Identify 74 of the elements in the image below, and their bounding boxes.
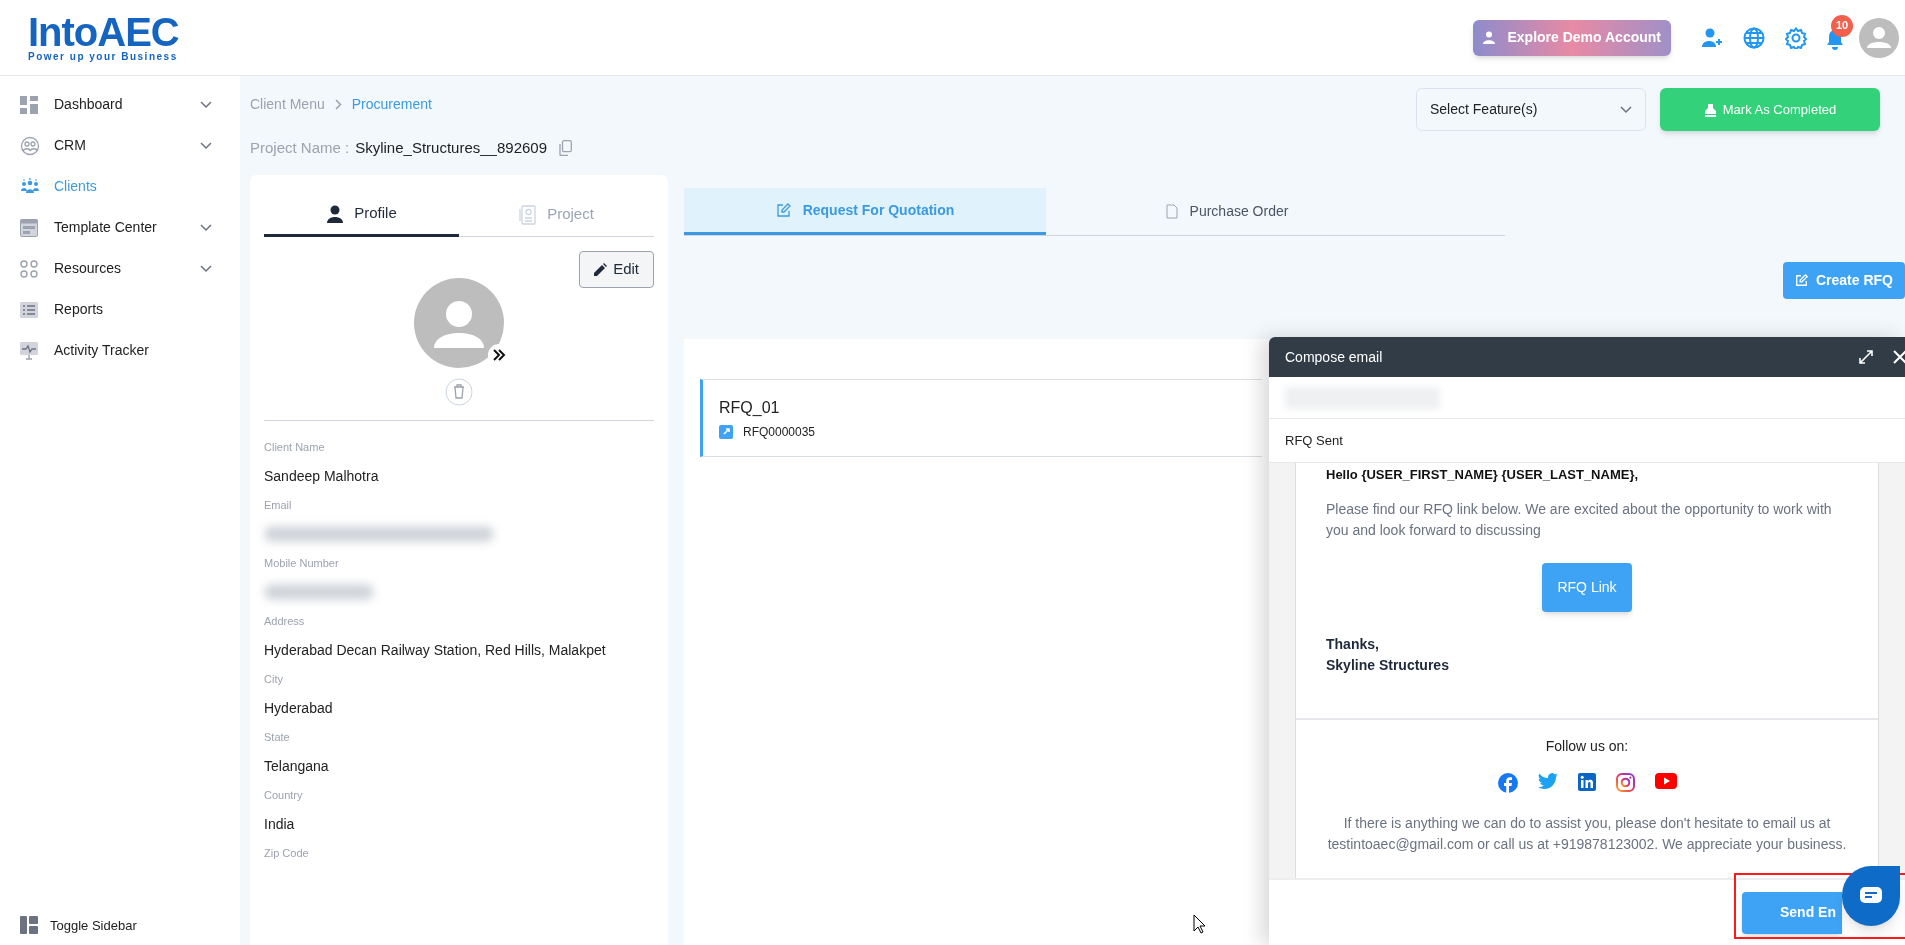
globe-icon[interactable]	[1743, 26, 1765, 49]
email-greeting: Hello {USER_FIRST_NAME} {USER_LAST_NAME},	[1326, 466, 1640, 484]
youtube-icon[interactable]	[1654, 772, 1677, 789]
logo-text: IntoAEC	[28, 12, 180, 51]
chevron-down-icon[interactable]	[200, 141, 212, 150]
add-user-icon[interactable]	[1701, 26, 1723, 49]
field-value: Telangana	[264, 756, 330, 776]
facebook-icon[interactable]	[1497, 772, 1518, 793]
email-subject[interactable]: RFQ Sent	[1285, 430, 1343, 451]
linkedin-icon[interactable]	[1577, 772, 1596, 791]
field-label: City	[264, 671, 284, 687]
field-label: Mobile Number	[264, 555, 340, 571]
document-icon	[519, 204, 538, 225]
follow-us-text: Follow us on:	[1545, 736, 1629, 756]
sidebar-item[interactable]: Dashboard	[54, 94, 200, 115]
settings-icon[interactable]	[1785, 26, 1807, 49]
bird-icon[interactable]	[1537, 772, 1558, 790]
chevron-right-icon	[334, 99, 342, 110]
email-sign-off: Thanks,	[1326, 634, 1380, 654]
chevron-down-icon[interactable]	[200, 100, 212, 109]
toggle-sidebar-link[interactable]: Toggle Sidebar	[50, 915, 137, 935]
close-icon[interactable]	[1893, 350, 1905, 364]
sidebar-toggle-icon[interactable]	[20, 916, 38, 935]
edit-icon	[775, 202, 791, 218]
dashboard-icon	[20, 95, 38, 114]
expand-icon[interactable]	[1859, 350, 1873, 364]
rfq-title: RFQ_01	[719, 397, 781, 418]
field-label: State	[264, 729, 291, 745]
chat-icon	[1859, 886, 1883, 906]
stamp-icon	[1703, 102, 1717, 117]
sidebar-item[interactable]: Reports	[54, 299, 212, 320]
external-link-icon[interactable]	[719, 424, 733, 439]
avatar-placeholder-icon	[414, 278, 504, 368]
chevron-down-icon[interactable]	[200, 223, 212, 232]
field-label: Address	[264, 613, 306, 629]
sidebar-item[interactable]: Template Center	[54, 217, 200, 238]
group-icon	[20, 177, 40, 196]
sidebar-item[interactable]: Resources	[54, 258, 200, 279]
logo-tagline: Power up your Business	[28, 50, 179, 63]
pencil-icon	[594, 263, 608, 276]
window-icon	[20, 218, 38, 237]
email-signature: Skyline Structures	[1326, 655, 1450, 675]
instagram-icon[interactable]	[1615, 772, 1635, 792]
field-value: Sandeep Malhotra	[264, 466, 380, 486]
sidebar-item[interactable]: Activity Tracker	[54, 340, 212, 361]
notification-badge: 10	[1831, 14, 1853, 37]
field-value: India	[264, 814, 296, 834]
chevron-down-icon[interactable]	[200, 264, 212, 273]
profile-tab[interactable]: Profile	[264, 193, 459, 237]
chevron-down-icon	[1620, 105, 1632, 114]
field-value: Hyderabad Decan Railway Station, Red Hills, Malakpet	[264, 640, 607, 660]
compose-title: Compose email	[1285, 347, 1384, 367]
monitor-icon	[20, 341, 38, 360]
field-value: Hyderabad	[264, 698, 334, 718]
feature-select[interactable]: Select Feature(s)	[1416, 88, 1646, 131]
edit-button[interactable]: Edit	[579, 251, 654, 288]
project-name: Skyline_Structures__892609	[355, 138, 547, 158]
person-icon	[326, 204, 345, 223]
nodes-icon	[20, 259, 38, 278]
field-label: Zip Code	[264, 845, 310, 861]
edit-icon	[1794, 274, 1808, 287]
field-label: Country	[264, 787, 304, 803]
pdf-file-icon	[1165, 204, 1178, 219]
sidebar-item[interactable]: CRM	[54, 135, 200, 156]
mouse-cursor-icon	[1193, 914, 1207, 934]
list-icon	[20, 301, 38, 318]
rfq-number: RFQ0000035	[743, 423, 816, 441]
email-footer-text: If there is anything we can do to assist you, please don't hesitate to email us at testintoaec@gmail.com or call us at +919878123002. We appreciate your business.	[1326, 813, 1848, 854]
rfq-card[interactable]: RFQ_01 RFQ0000035	[700, 379, 1262, 457]
field-label: Email	[264, 497, 293, 513]
field-label: Client Name	[264, 439, 326, 455]
email-body: Please find our RFQ link below. We are excited about the opportunity to work with you and look forward to discussing	[1326, 499, 1833, 540]
section-tab[interactable]: Purchase Order	[1046, 188, 1408, 235]
project-name-label: Project Name :	[250, 138, 350, 158]
